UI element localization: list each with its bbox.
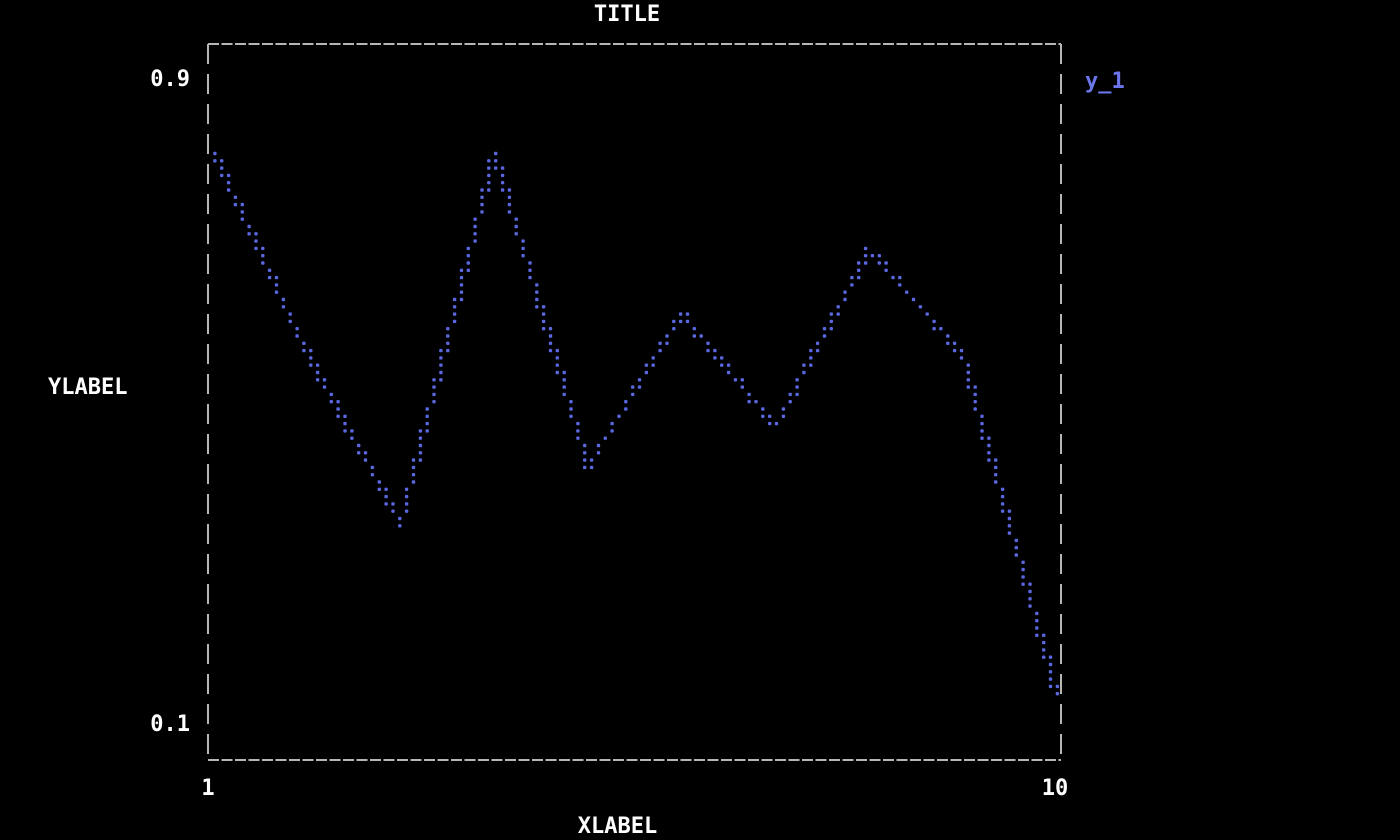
plot-border (208, 44, 1061, 760)
terminal-plot-screen: TITLE 0.9 0.1 YLABEL 1 10 XLABEL y_1 (0, 0, 1400, 840)
plot-area (0, 0, 1400, 840)
series-y1-dots (213, 152, 1059, 696)
